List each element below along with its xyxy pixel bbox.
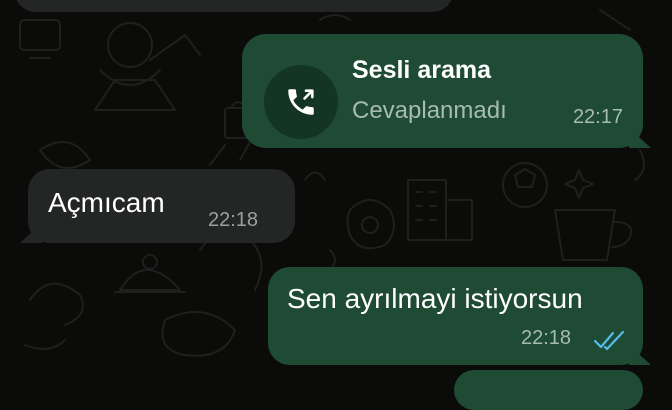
message-bubble-outgoing[interactable]: Sen ayrılmayi istiyorsun 22:18 <box>268 267 651 365</box>
message-text: Açmıcam <box>48 187 165 218</box>
call-title: Sesli arama <box>352 56 491 84</box>
call-message-bubble[interactable]: Sesli arama Cevaplanmadı 22:17 <box>242 34 651 148</box>
double-check-read-icon <box>593 330 625 351</box>
message-text: Sen ayrılmayi istiyorsun <box>287 283 583 314</box>
call-icon-button[interactable] <box>264 65 338 139</box>
call-status: Cevaplanmadı <box>352 97 507 124</box>
message-bubble-incoming[interactable]: Açmıcam 22:18 <box>20 169 295 243</box>
message-time: 22:17 <box>572 106 623 128</box>
message-time: 22:18 <box>208 209 259 231</box>
message-time: 22:18 <box>521 327 572 349</box>
outgoing-call-icon <box>288 89 314 115</box>
message-bubble-incoming-partial[interactable] <box>14 0 454 12</box>
message-bubble-outgoing-partial[interactable] <box>454 370 643 410</box>
